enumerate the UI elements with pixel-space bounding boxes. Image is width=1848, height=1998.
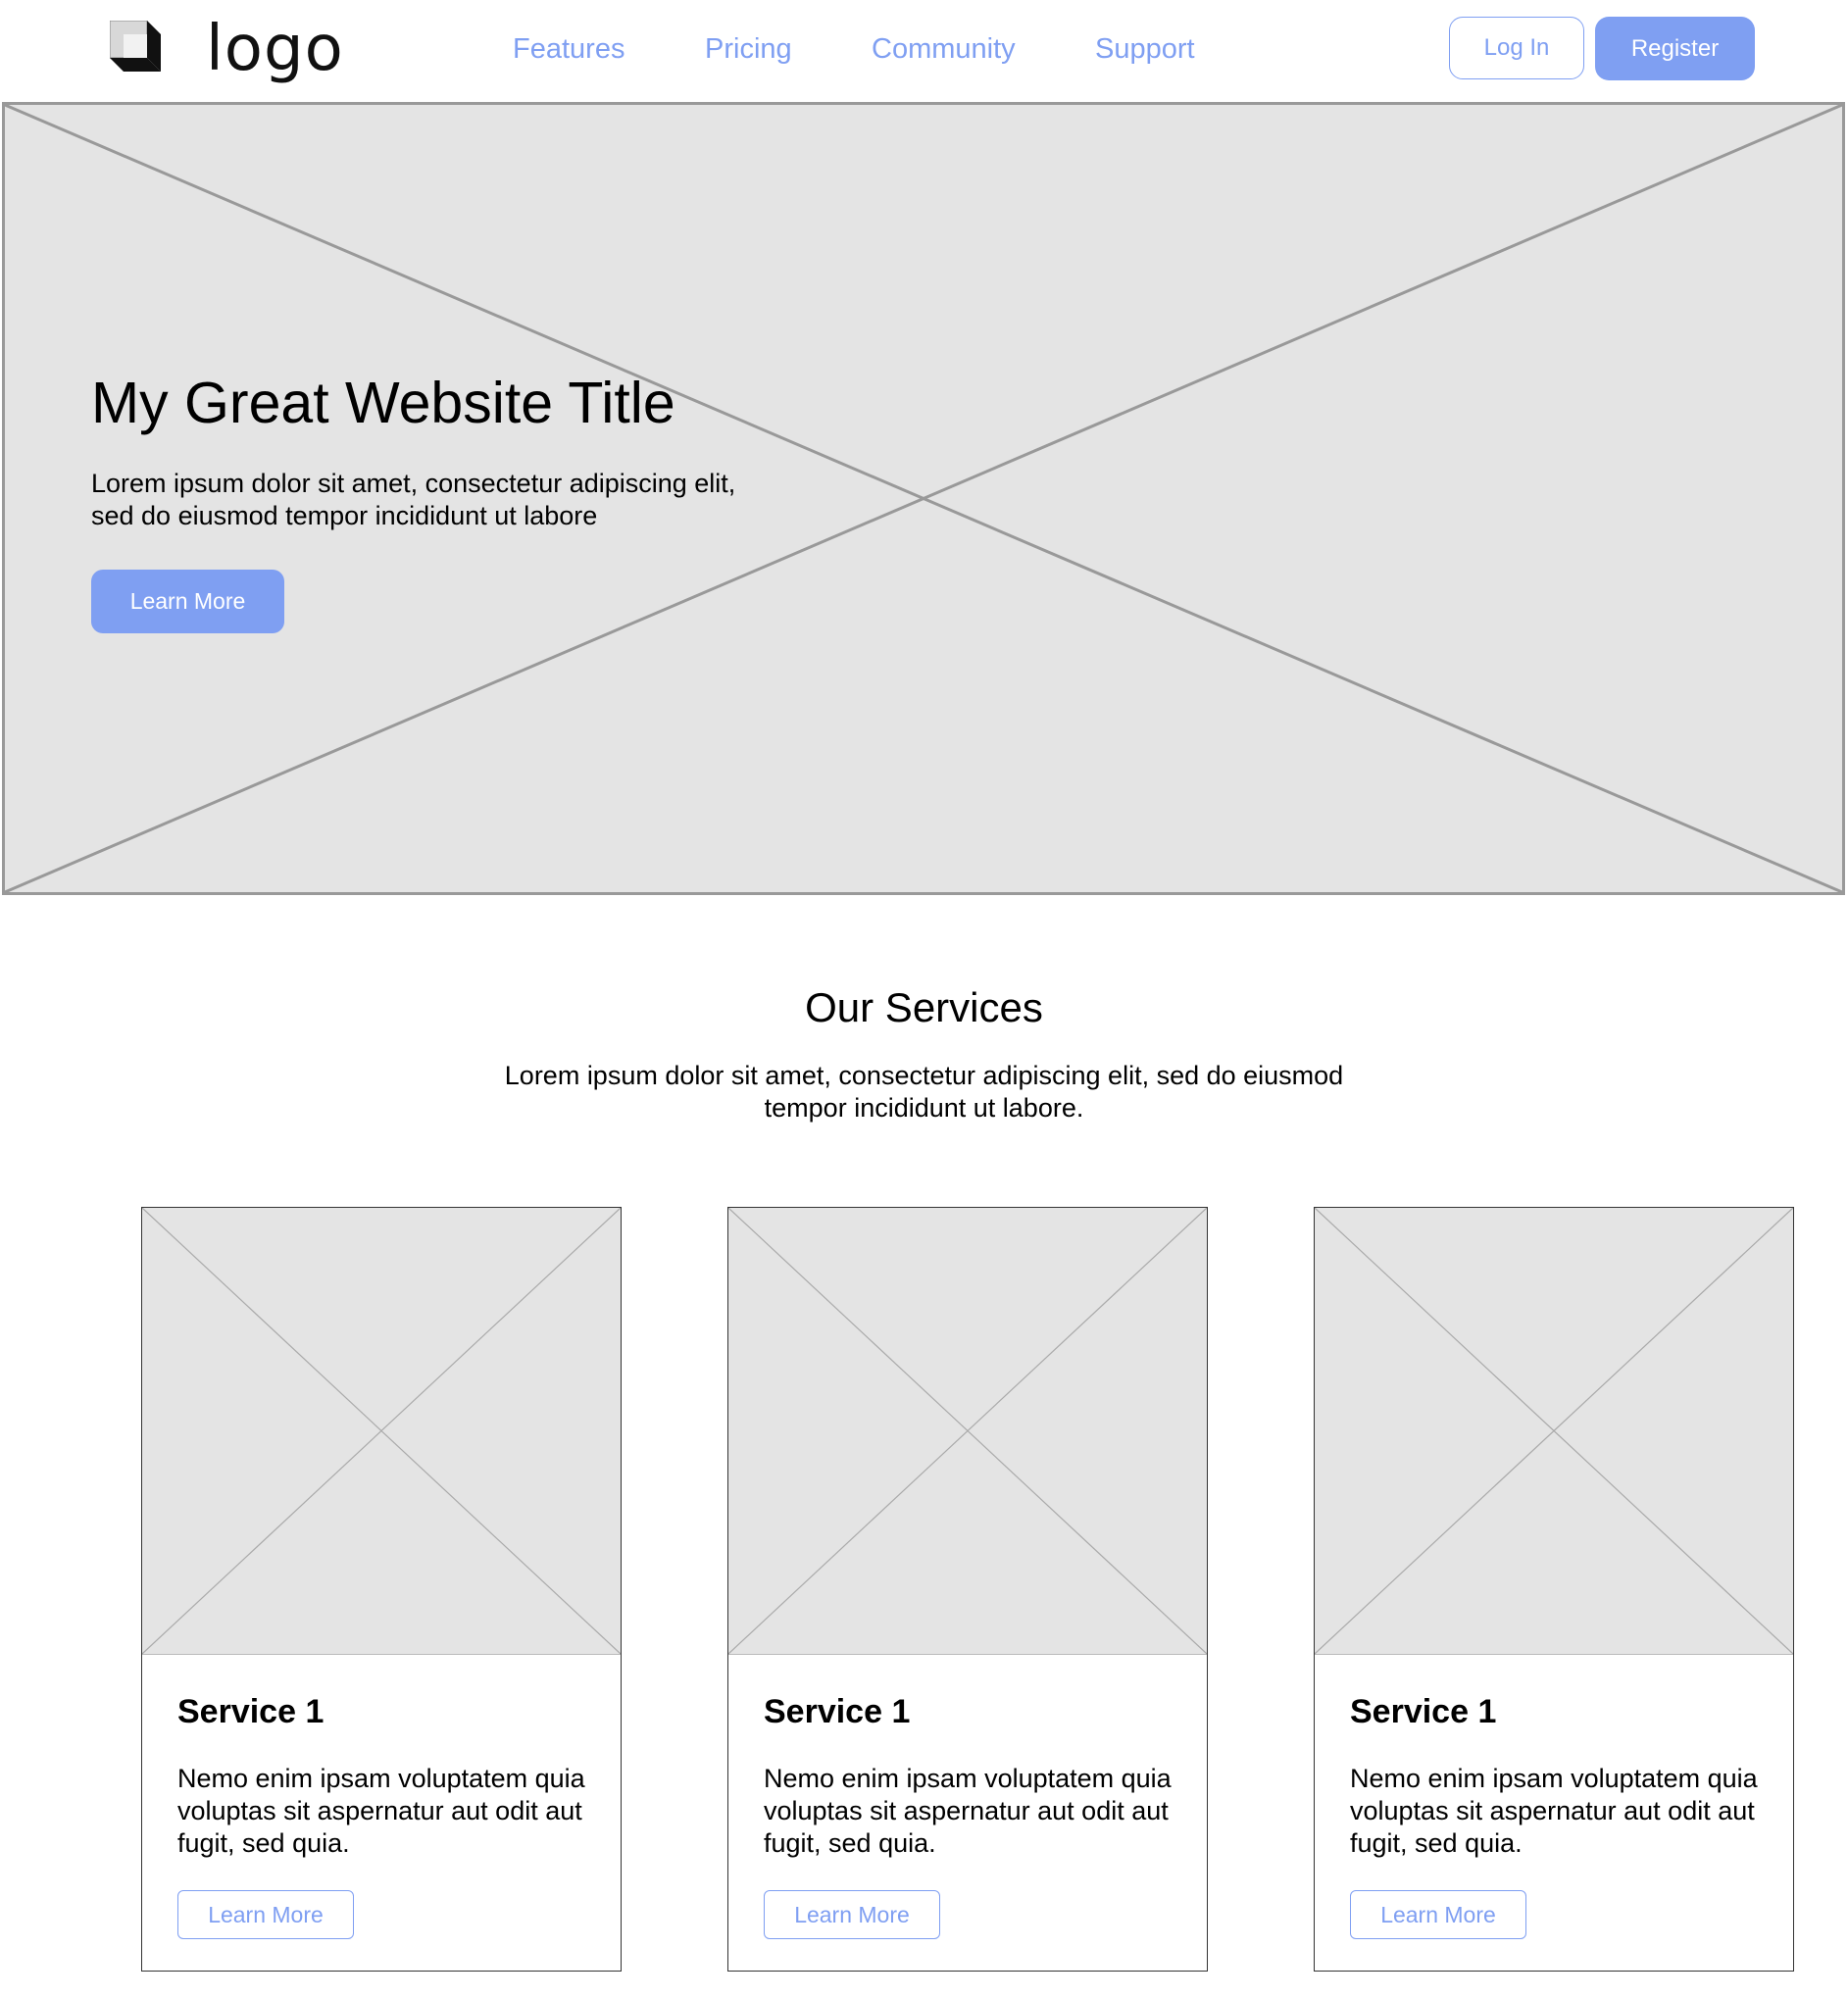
card-title: Service 1 xyxy=(1350,1693,1497,1730)
card-title: Service 1 xyxy=(177,1693,325,1730)
nav-link-features[interactable]: Features xyxy=(513,31,624,67)
site-header: logo Features Pricing Community Support … xyxy=(0,0,1848,102)
card-description: Nemo enim ipsam voluptatem quia voluptas… xyxy=(177,1764,585,1858)
card-description: Nemo enim ipsam voluptatem quia voluptas… xyxy=(1350,1764,1758,1858)
card-learn-more-button[interactable]: Learn More xyxy=(1350,1890,1526,1939)
services-heading: Our Services xyxy=(805,984,1043,1030)
image-placeholder-icon xyxy=(1315,1208,1793,1654)
hero-learn-more-button[interactable]: Learn More xyxy=(91,570,284,633)
card-image-placeholder xyxy=(728,1208,1207,1655)
image-placeholder-icon xyxy=(728,1208,1207,1654)
card-learn-more-button[interactable]: Learn More xyxy=(764,1890,940,1939)
card-title: Service 1 xyxy=(764,1693,911,1730)
services-description: Lorem ipsum dolor sit amet, consectetur … xyxy=(504,1061,1344,1123)
card-image-placeholder xyxy=(1315,1208,1793,1655)
card-description: Nemo enim ipsam voluptatem quia voluptas… xyxy=(764,1764,1172,1858)
service-card: Service 1 Nemo enim ipsam voluptatem qui… xyxy=(727,1207,1208,1972)
nav-link-pricing[interactable]: Pricing xyxy=(705,31,792,67)
hero-description: Lorem ipsum dolor sit amet, consectetur … xyxy=(91,469,736,530)
hero-banner: My Great Website Title Lorem ipsum dolor… xyxy=(2,102,1845,895)
nav-link-support[interactable]: Support xyxy=(1095,31,1195,67)
image-placeholder-icon xyxy=(142,1208,621,1654)
service-card: Service 1 Nemo enim ipsam voluptatem qui… xyxy=(1314,1207,1794,1972)
hero-title: My Great Website Title xyxy=(91,371,675,435)
login-button[interactable]: Log In xyxy=(1449,17,1584,79)
register-button[interactable]: Register xyxy=(1595,17,1755,80)
logo-wordmark[interactable]: logo xyxy=(206,6,344,92)
card-learn-more-button[interactable]: Learn More xyxy=(177,1890,354,1939)
cube-logo-icon[interactable] xyxy=(109,20,161,72)
service-card: Service 1 Nemo enim ipsam voluptatem qui… xyxy=(141,1207,622,1972)
card-image-placeholder xyxy=(142,1208,621,1655)
nav-link-community[interactable]: Community xyxy=(872,31,1016,67)
